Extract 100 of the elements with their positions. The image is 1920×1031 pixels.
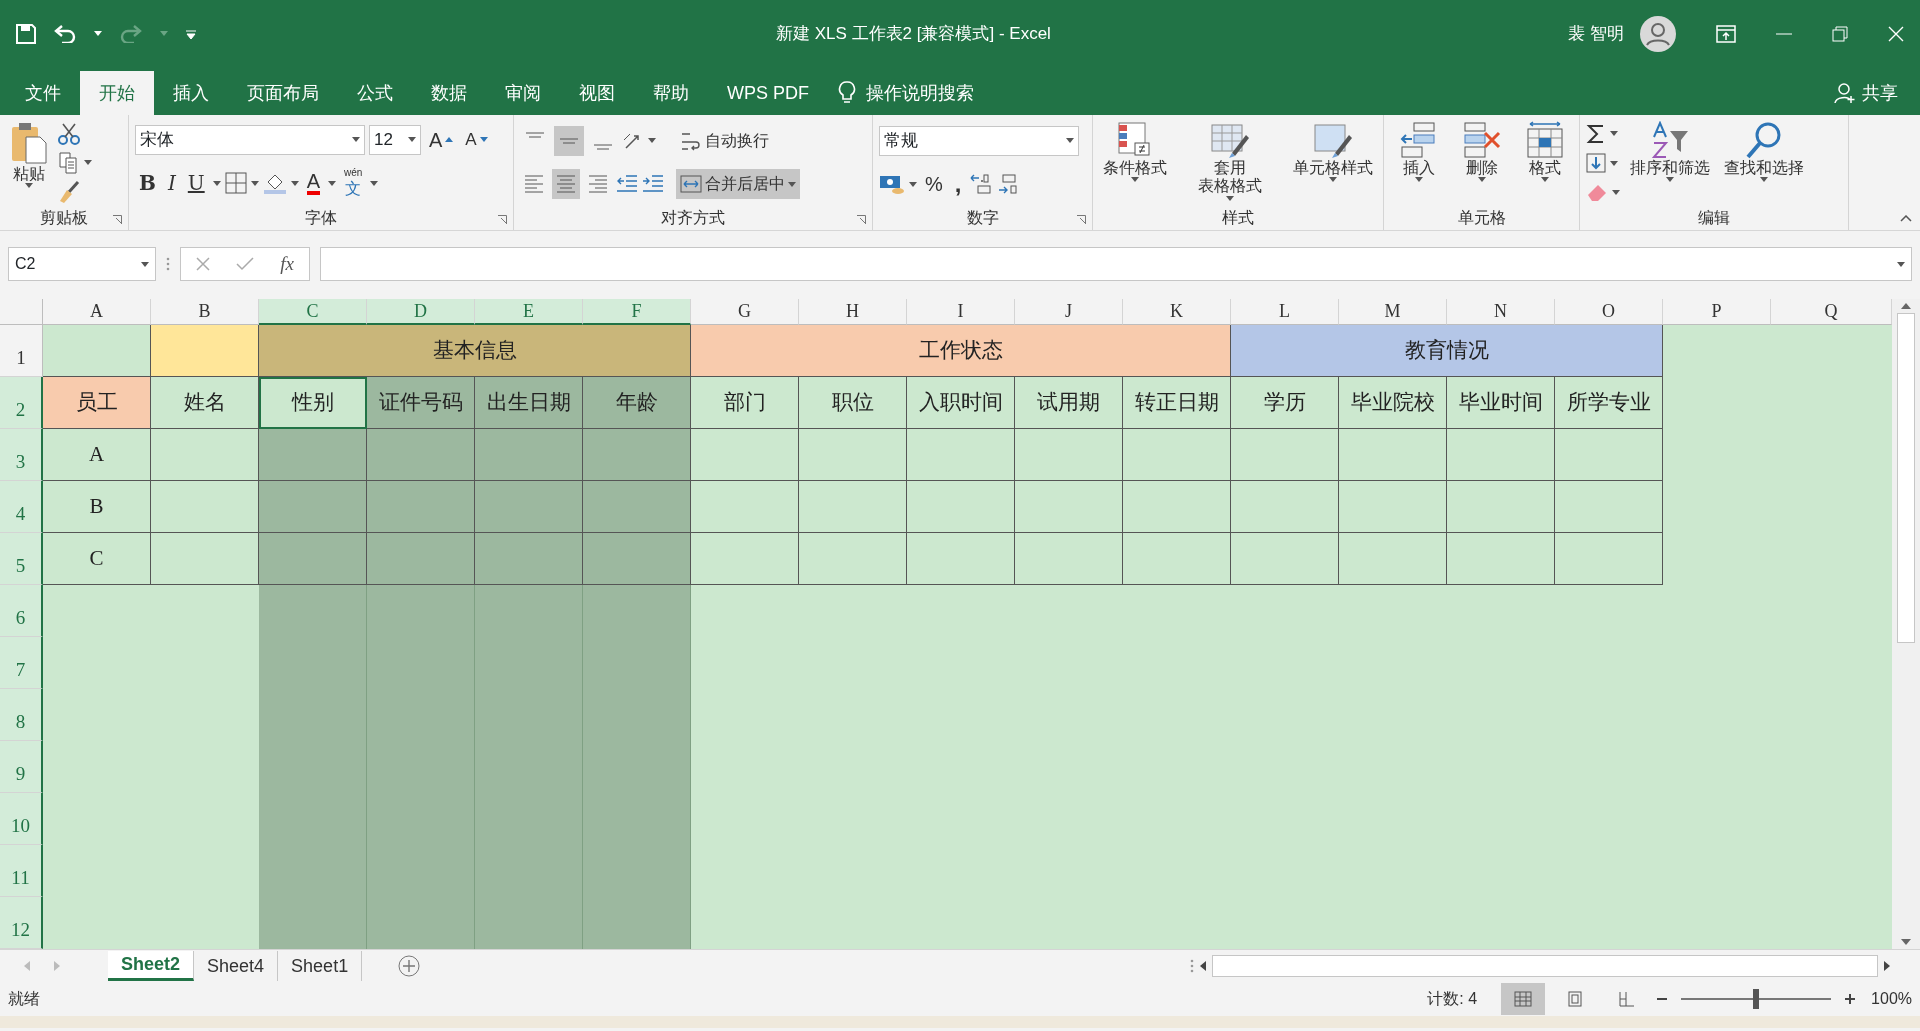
sheet-cell[interactable]: 转正日期 bbox=[1123, 377, 1231, 429]
sheet-cell[interactable] bbox=[367, 481, 475, 533]
page-layout-icon[interactable] bbox=[1566, 991, 1585, 1007]
column-header[interactable]: L bbox=[1231, 299, 1339, 325]
sheet-cell[interactable]: A bbox=[43, 429, 151, 481]
sheet-cell[interactable]: 教育情况 bbox=[1231, 325, 1663, 377]
menu-tab[interactable]: 视图 bbox=[560, 71, 634, 115]
sheet-cell[interactable]: 毕业院校 bbox=[1339, 377, 1447, 429]
save-icon[interactable] bbox=[16, 23, 36, 44]
menu-tab[interactable]: 数据 bbox=[412, 71, 486, 115]
align-center-icon[interactable] bbox=[556, 173, 576, 196]
ribbon-display-icon[interactable] bbox=[1716, 24, 1736, 43]
close-icon[interactable] bbox=[1888, 25, 1904, 42]
sheet-cell[interactable]: 年龄 bbox=[583, 377, 691, 429]
sheet-cell[interactable] bbox=[367, 429, 475, 481]
menu-tab[interactable]: 插入 bbox=[154, 71, 228, 115]
normal-view-icon[interactable] bbox=[1514, 991, 1533, 1007]
sheet-cell[interactable]: 基本信息 bbox=[259, 325, 691, 377]
menu-tab[interactable]: 公式 bbox=[338, 71, 412, 115]
sheet-cell[interactable]: 职位 bbox=[799, 377, 907, 429]
sheet-cell[interactable]: 毕业时间 bbox=[1447, 377, 1555, 429]
font-size-field[interactable]: 12 bbox=[369, 124, 421, 155]
add-sheet-icon[interactable] bbox=[398, 955, 421, 977]
fill-down-icon[interactable] bbox=[1586, 153, 1606, 174]
undo-icon[interactable] bbox=[54, 24, 76, 43]
sheet-cell[interactable] bbox=[1447, 533, 1555, 585]
sheet-cell[interactable] bbox=[1555, 429, 1663, 481]
column-header[interactable]: P bbox=[1663, 299, 1771, 325]
sheet-cell[interactable]: 姓名 bbox=[151, 377, 259, 429]
sheet-cell[interactable] bbox=[583, 897, 691, 949]
row-header[interactable]: 2 bbox=[0, 377, 43, 429]
sheet-cell[interactable]: 员工 bbox=[43, 377, 151, 429]
sheet-cell[interactable] bbox=[367, 897, 475, 949]
sheet-tab[interactable]: Sheet4 bbox=[194, 951, 279, 981]
row-header[interactable]: 10 bbox=[0, 793, 43, 845]
currency-icon[interactable] bbox=[879, 173, 905, 196]
comma-button[interactable]: , bbox=[950, 169, 966, 200]
scroll-right-icon[interactable] bbox=[1884, 961, 1890, 971]
scroll-left-icon[interactable] bbox=[1200, 961, 1206, 971]
insert-cells-button[interactable]: 插入 bbox=[1395, 119, 1442, 206]
customize-icon[interactable] bbox=[186, 28, 196, 39]
collapse-ribbon-icon[interactable] bbox=[1900, 215, 1912, 222]
row-header[interactable]: 3 bbox=[0, 429, 43, 481]
minimize-icon[interactable] bbox=[1776, 32, 1792, 35]
zoom-level[interactable]: 100% bbox=[1871, 987, 1912, 1011]
sheet-cell[interactable] bbox=[475, 897, 583, 949]
sheet-cell[interactable] bbox=[475, 429, 583, 481]
row-header[interactable]: 9 bbox=[0, 741, 43, 793]
sheet-cell[interactable] bbox=[583, 533, 691, 585]
column-header[interactable]: G bbox=[691, 299, 799, 325]
dialog-launcher-icon[interactable] bbox=[857, 215, 866, 224]
share-button[interactable]: 共享 bbox=[1862, 79, 1898, 107]
sheet-cell[interactable] bbox=[691, 481, 799, 533]
sheet-cell[interactable]: 证件号码 bbox=[367, 377, 475, 429]
sheet-cell[interactable] bbox=[799, 429, 907, 481]
column-header[interactable]: I bbox=[907, 299, 1015, 325]
menu-tab[interactable]: 页面布局 bbox=[228, 71, 338, 115]
sheet-cell[interactable] bbox=[1339, 429, 1447, 481]
sheet-cell[interactable] bbox=[367, 533, 475, 585]
cancel-icon[interactable] bbox=[196, 257, 211, 271]
row-header[interactable]: 1 bbox=[0, 325, 43, 377]
column-header[interactable]: J bbox=[1015, 299, 1123, 325]
sheet-cell[interactable] bbox=[583, 585, 691, 637]
sheet-cell[interactable]: 出生日期 bbox=[475, 377, 583, 429]
sheet-cell[interactable] bbox=[1123, 481, 1231, 533]
sheet-cell[interactable] bbox=[583, 481, 691, 533]
sheet-cell[interactable] bbox=[691, 429, 799, 481]
scrollbar-thumb[interactable] bbox=[1212, 955, 1878, 977]
name-box[interactable]: C2 bbox=[8, 247, 156, 281]
sheet-cell[interactable] bbox=[1015, 481, 1123, 533]
sheet-cell[interactable] bbox=[583, 429, 691, 481]
sheet-cell[interactable] bbox=[1339, 481, 1447, 533]
dialog-launcher-icon[interactable] bbox=[1077, 215, 1086, 224]
cell-styles-button[interactable]: 单元格样式 bbox=[1289, 119, 1377, 206]
sheet-cell[interactable] bbox=[367, 585, 475, 637]
enter-icon[interactable] bbox=[236, 257, 255, 271]
row-header[interactable]: 8 bbox=[0, 689, 43, 741]
format-as-table-button[interactable]: 套用 表格格式 bbox=[1194, 119, 1266, 206]
sheet-cell[interactable] bbox=[475, 585, 583, 637]
sheet-cell[interactable]: 性别 bbox=[259, 377, 367, 429]
column-header[interactable]: O bbox=[1555, 299, 1663, 325]
font-color-button[interactable]: A bbox=[302, 168, 324, 199]
sheet-cell[interactable] bbox=[691, 533, 799, 585]
sheet-cell[interactable]: 部门 bbox=[691, 377, 799, 429]
sheet-tab[interactable]: Sheet2 bbox=[108, 951, 195, 981]
person-icon[interactable] bbox=[1834, 82, 1856, 104]
paste-button[interactable]: 粘贴 bbox=[6, 119, 52, 206]
sheet-cell[interactable] bbox=[1447, 481, 1555, 533]
format-cells-button[interactable]: 格式 bbox=[1521, 119, 1568, 206]
sheet-cell[interactable] bbox=[259, 533, 367, 585]
sheet-cell[interactable] bbox=[1339, 533, 1447, 585]
brush-icon[interactable] bbox=[58, 180, 80, 203]
splitter-icon[interactable] bbox=[1190, 959, 1194, 973]
scissors-icon[interactable] bbox=[58, 122, 80, 145]
conditional-format-button[interactable]: 条件格式 bbox=[1099, 119, 1171, 206]
align-left-icon[interactable] bbox=[524, 173, 544, 196]
menu-tab[interactable]: 开始 bbox=[80, 71, 154, 115]
delete-cells-button[interactable]: 删除 bbox=[1458, 119, 1505, 206]
row-header[interactable]: 4 bbox=[0, 481, 43, 533]
sheet-cell[interactable] bbox=[259, 429, 367, 481]
